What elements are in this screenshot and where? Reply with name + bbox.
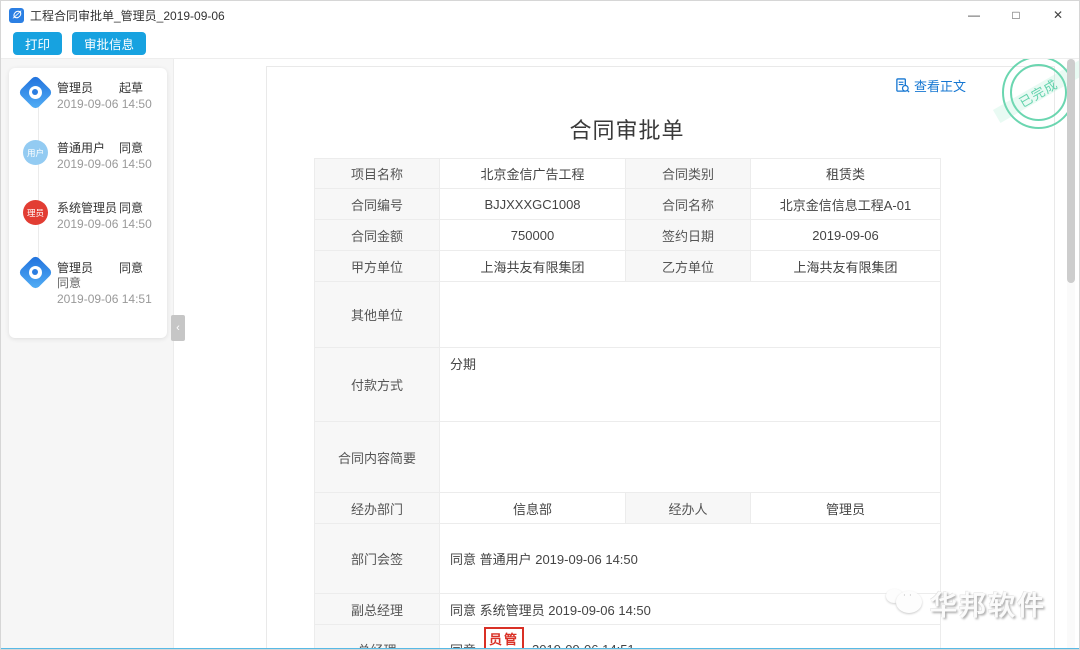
field-value: 同意 普通用户 2019-09-06 14:50 (440, 524, 941, 594)
print-button[interactable]: 打印 (13, 32, 62, 55)
vertical-scrollbar[interactable] (1067, 59, 1075, 650)
titlebar: ∅ 工程合同审批单_管理员_2019-09-06 — □ ✕ (1, 1, 1079, 29)
field-value: 租赁类 (751, 159, 941, 189)
toolbar: 打印 审批信息 (1, 29, 1079, 59)
window-controls: — □ ✕ (953, 1, 1079, 29)
approval-entry: 管理员 同意 同意 2019-09-06 14:51 (17, 260, 159, 307)
field-label: 经办部门 (315, 493, 440, 524)
approval-info-button[interactable]: 审批信息 (72, 32, 146, 55)
minimize-button[interactable]: — (953, 1, 995, 29)
user-avatar: 用户 (23, 140, 48, 165)
table-row: 项目名称 北京金信广告工程 合同类别 租赁类 (315, 159, 941, 189)
table-row: 合同编号 BJJXXXGC1008 合同名称 北京金信信息工程A-01 (315, 189, 941, 220)
field-label: 合同编号 (315, 189, 440, 220)
table-row: 合同内容简要 (315, 422, 941, 493)
field-label: 乙方单位 (626, 251, 751, 282)
close-button[interactable]: ✕ (1037, 1, 1079, 29)
field-value: 分期 (440, 348, 941, 422)
brand-watermark-text: 华邦软件 (930, 584, 1046, 623)
admin-avatar: 理员 (23, 200, 48, 225)
field-label: 付款方式 (315, 348, 440, 422)
field-value: 上海共友有限集团 (440, 251, 626, 282)
completed-stamp-text: 已完成 (1016, 74, 1062, 111)
field-value: 750000 (440, 220, 626, 251)
table-row: 付款方式 分期 (315, 348, 941, 422)
approval-entry: 用户 普通用户 同意 2019-09-06 14:50 (17, 140, 159, 178)
approval-entry: 管理员 起草 2019-09-06 14:50 (17, 80, 159, 118)
field-label: 合同类别 (626, 159, 751, 189)
wechat-icon (886, 589, 922, 619)
red-seal-stamp: 员管印理 (484, 627, 524, 650)
table-row: 甲方单位 上海共友有限集团 乙方单位 上海共友有限集团 (315, 251, 941, 282)
table-row: 其他单位 (315, 282, 941, 348)
approval-time: 2019-09-06 14:50 (57, 96, 159, 112)
field-label: 合同金额 (315, 220, 440, 251)
approval-comment: 同意 (57, 276, 159, 291)
approval-status: 起草 (119, 80, 143, 96)
field-value: 2019-09-06 (751, 220, 941, 251)
field-label: 签约日期 (626, 220, 751, 251)
sidebar-collapse-handle[interactable]: ‹ (171, 315, 185, 341)
field-value: 北京金信广告工程 (440, 159, 626, 189)
field-label: 合同内容简要 (315, 422, 440, 493)
approval-time: 2019-09-06 14:51 (57, 291, 159, 307)
view-text-label: 查看正文 (914, 76, 966, 95)
field-label: 副总经理 (315, 594, 440, 625)
timeline-line (38, 98, 39, 276)
field-label: 其他单位 (315, 282, 440, 348)
maximize-button[interactable]: □ (995, 1, 1037, 29)
document-card: 查看正文 合同审批单 项目名称 北京金信广告工程 合同类别 租赁类 合同编号 B… (266, 66, 1055, 650)
company-logo-avatar (18, 255, 53, 290)
field-label: 项目名称 (315, 159, 440, 189)
table-row: 副总经理 同意 系统管理员 2019-09-06 14:50 (315, 594, 941, 625)
field-value (440, 282, 941, 348)
view-text-link[interactable]: 查看正文 (895, 76, 966, 95)
approval-time: 2019-09-06 14:50 (57, 156, 159, 172)
content-area: 查看正文 合同审批单 项目名称 北京金信广告工程 合同类别 租赁类 合同编号 B… (1, 59, 1079, 650)
app-icon: ∅ (9, 8, 24, 23)
approval-entry: 理员 系统管理员 同意 2019-09-06 14:50 (17, 200, 159, 238)
field-label: 合同名称 (626, 189, 751, 220)
approver-name: 普通用户 (57, 140, 119, 156)
brand-watermark: 华邦软件 (886, 584, 1046, 623)
scrollbar-thumb[interactable] (1067, 59, 1075, 283)
approval-status: 同意 (119, 260, 143, 276)
approver-name: 系统管理员 (57, 200, 119, 216)
field-value: 北京金信信息工程A-01 (751, 189, 941, 220)
table-row: 总经理 同意 员管印理 2019-09-06 14:51 (315, 625, 941, 650)
field-value: 同意 员管印理 2019-09-06 14:51 (440, 625, 941, 650)
field-value: 上海共友有限集团 (751, 251, 941, 282)
window-title: 工程合同审批单_管理员_2019-09-06 (30, 7, 225, 24)
field-value: 信息部 (440, 493, 626, 524)
table-row: 合同金额 750000 签约日期 2019-09-06 (315, 220, 941, 251)
document-search-icon (895, 78, 910, 93)
app-window: ∅ 工程合同审批单_管理员_2019-09-06 — □ ✕ 打印 审批信息 (0, 0, 1080, 650)
approval-status: 同意 (119, 140, 143, 156)
company-logo-avatar (18, 75, 53, 110)
table-row: 经办部门 信息部 经办人 管理员 (315, 493, 941, 524)
completed-stamp: 已完成 (1002, 59, 1075, 129)
field-value (440, 422, 941, 493)
approval-history-panel: 管理员 起草 2019-09-06 14:50 用户 普通用户 同意 2019-… (9, 68, 167, 338)
field-label: 部门会签 (315, 524, 440, 594)
field-label: 经办人 (626, 493, 751, 524)
field-value: 管理员 (751, 493, 941, 524)
approval-status: 同意 (119, 200, 143, 216)
contract-table: 项目名称 北京金信广告工程 合同类别 租赁类 合同编号 BJJXXXGC1008… (314, 158, 941, 650)
table-row: 部门会签 同意 普通用户 2019-09-06 14:50 (315, 524, 941, 594)
field-label: 甲方单位 (315, 251, 440, 282)
main-panel: 查看正文 合同审批单 项目名称 北京金信广告工程 合同类别 租赁类 合同编号 B… (173, 59, 1079, 650)
form-title: 合同审批单 (314, 113, 940, 145)
approval-time: 2019-09-06 14:50 (57, 216, 159, 232)
chevron-left-icon: ‹ (176, 322, 180, 334)
approver-name: 管理员 (57, 260, 119, 276)
field-value: BJJXXXGC1008 (440, 189, 626, 220)
field-label: 总经理 (315, 625, 440, 650)
approver-name: 管理员 (57, 80, 119, 96)
field-value: 同意 系统管理员 2019-09-06 14:50 (440, 594, 941, 625)
